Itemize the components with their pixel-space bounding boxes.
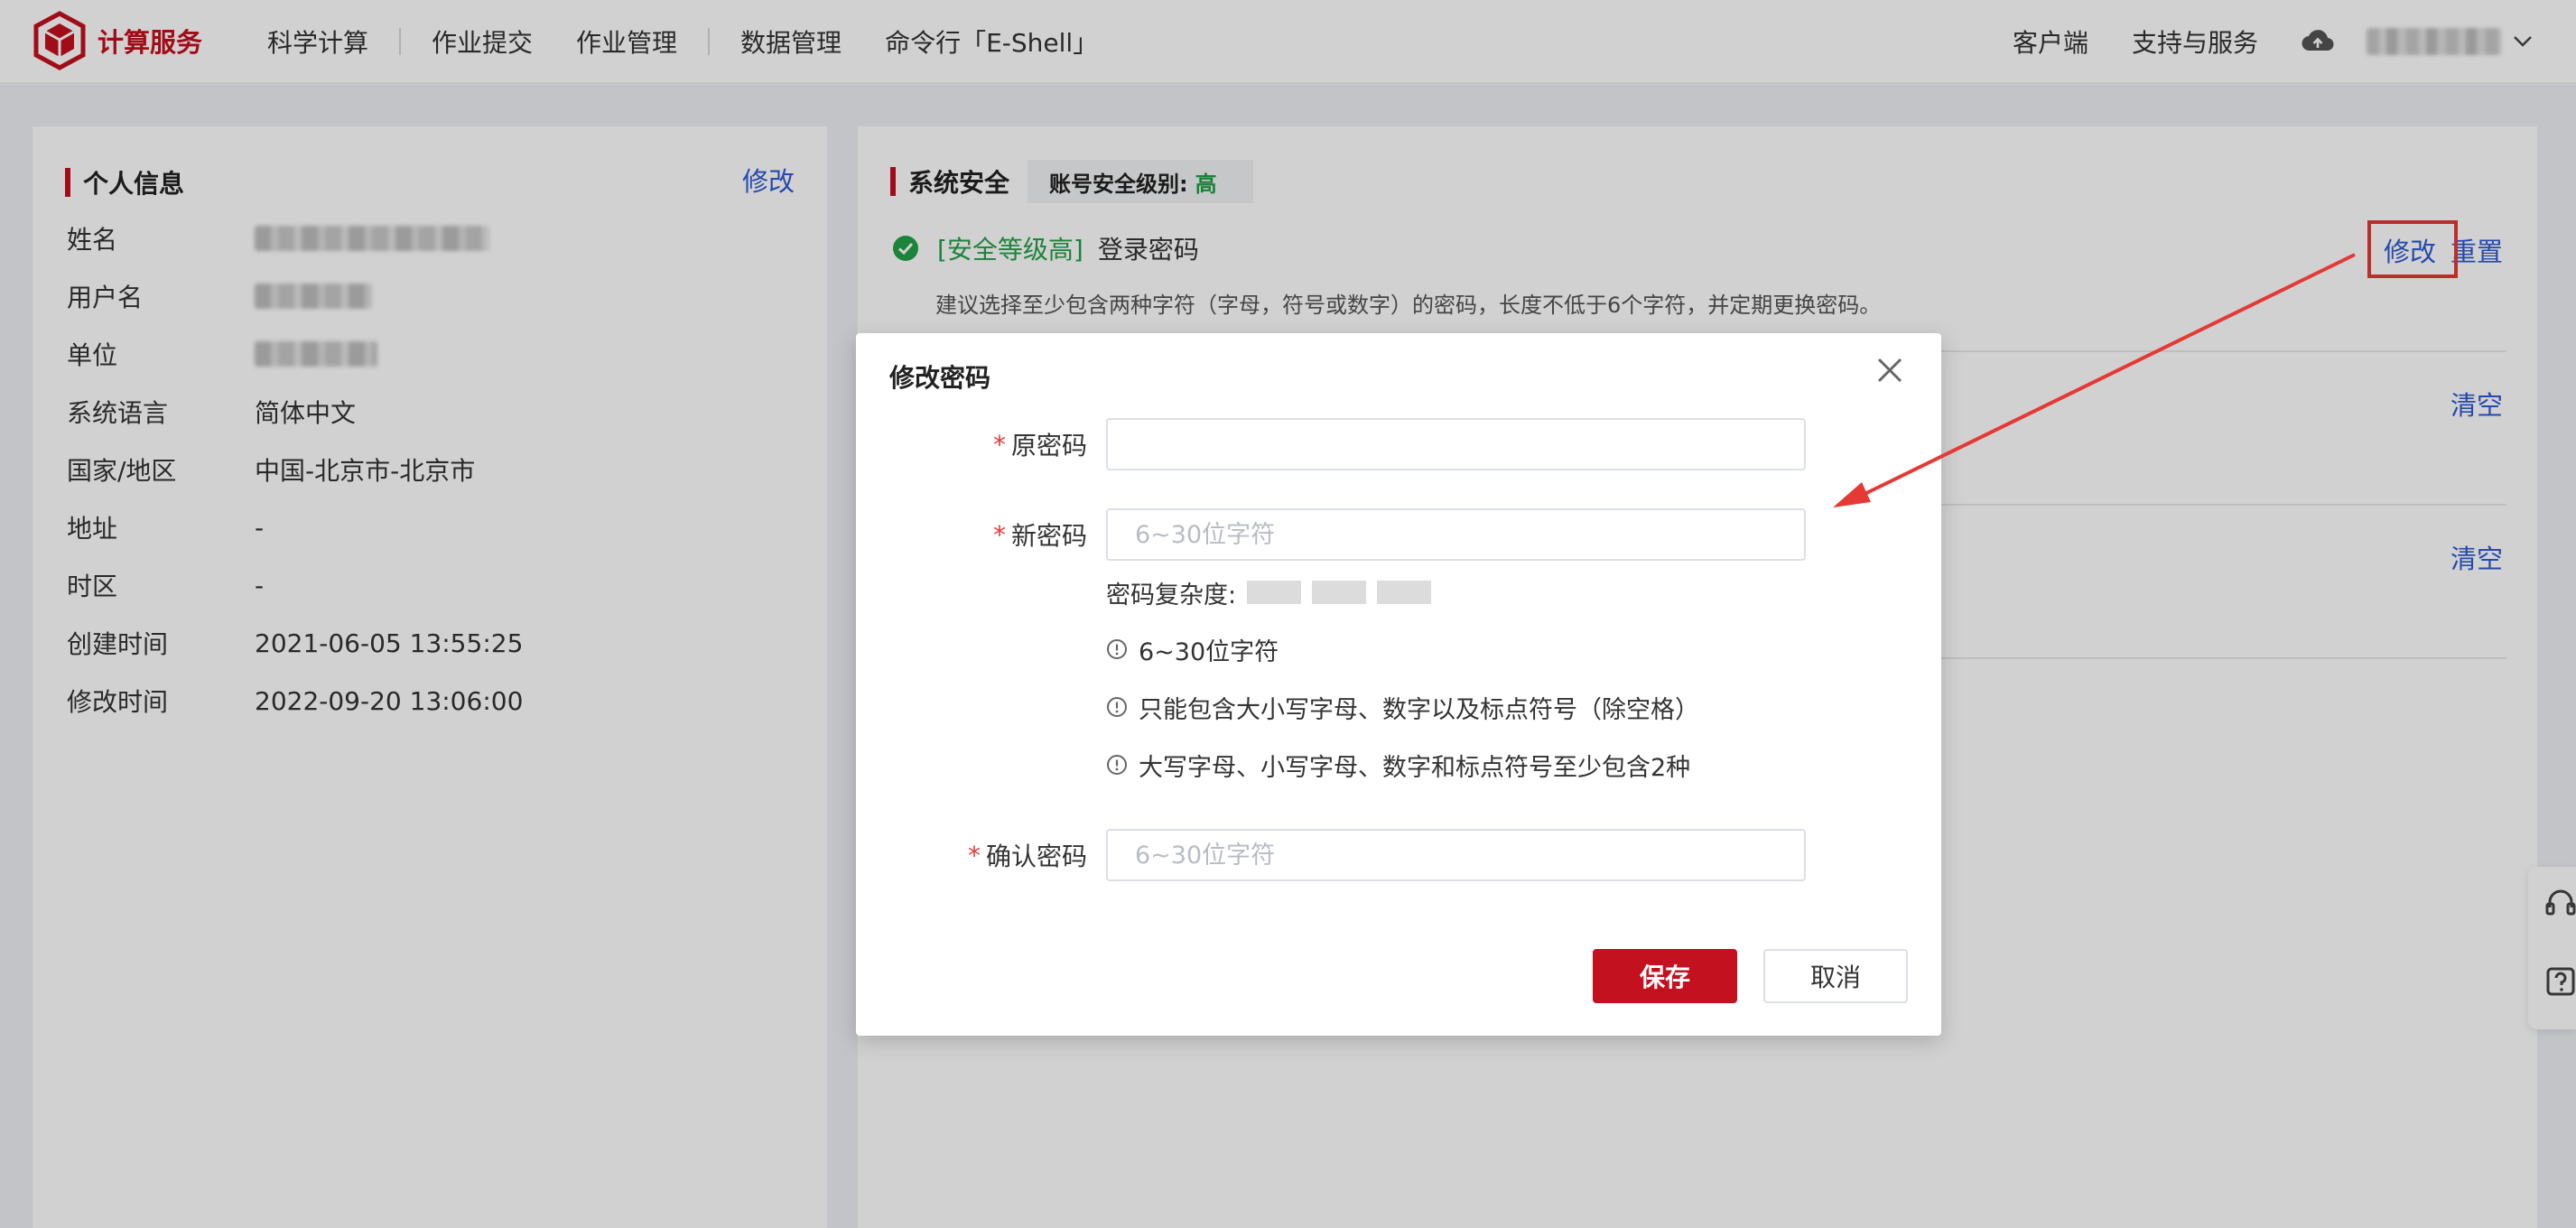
old-password-row: * 原密码 <box>856 418 1941 470</box>
complexity-label: 密码复杂度: <box>1106 581 1237 609</box>
new-password-label-text: 新密码 <box>1010 521 1087 551</box>
password-rule-text: 只能包含大小写字母、数字以及标点符号（除空格） <box>1139 695 1699 724</box>
new-password-label: * 新密码 <box>993 508 1087 561</box>
old-password-label-text: 原密码 <box>1010 431 1087 460</box>
confirm-password-row: * 确认密码 <box>856 829 1941 881</box>
complexity-bar <box>1247 581 1302 604</box>
confirm-password-input[interactable] <box>1106 829 1806 881</box>
complexity-bar <box>1377 581 1432 604</box>
required-asterisk: * <box>967 840 981 870</box>
info-circle-icon <box>1107 697 1127 717</box>
old-password-label: * 原密码 <box>993 418 1087 470</box>
confirm-password-label-text: 确认密码 <box>985 842 1087 871</box>
old-password-input[interactable] <box>1106 418 1806 470</box>
password-rule: 大写字母、小写字母、数字和标点符号至少包含2种 <box>1106 747 1690 783</box>
info-circle-icon <box>1107 755 1127 775</box>
dialog-title: 修改密码 <box>889 363 991 393</box>
required-asterisk: * <box>992 519 1006 550</box>
new-password-input[interactable] <box>1106 508 1806 561</box>
complexity-bar <box>1312 581 1367 604</box>
close-icon[interactable] <box>1874 355 1905 386</box>
confirm-password-label: * 确认密码 <box>968 829 1087 881</box>
info-circle-icon <box>1107 639 1127 659</box>
save-button[interactable]: 保存 <box>1593 949 1737 1003</box>
required-asterisk: * <box>992 429 1006 460</box>
password-rule: 只能包含大小写字母、数字以及标点符号（除空格） <box>1106 689 1699 725</box>
password-rule-text: 6~30位字符 <box>1139 637 1279 666</box>
password-rule-text: 大写字母、小写字母、数字和标点符号至少包含2种 <box>1139 753 1691 782</box>
password-rule: 6~30位字符 <box>1106 631 1279 667</box>
new-password-row: * 新密码 <box>856 508 1941 561</box>
cancel-button[interactable]: 取消 <box>1763 949 1908 1003</box>
password-complexity-meter: 密码复杂度: <box>1106 574 1432 610</box>
change-password-dialog: 修改密码 * 原密码 * 新密码 密码复杂度: 6~30位字符 只能包含大小写字… <box>856 333 1941 1036</box>
